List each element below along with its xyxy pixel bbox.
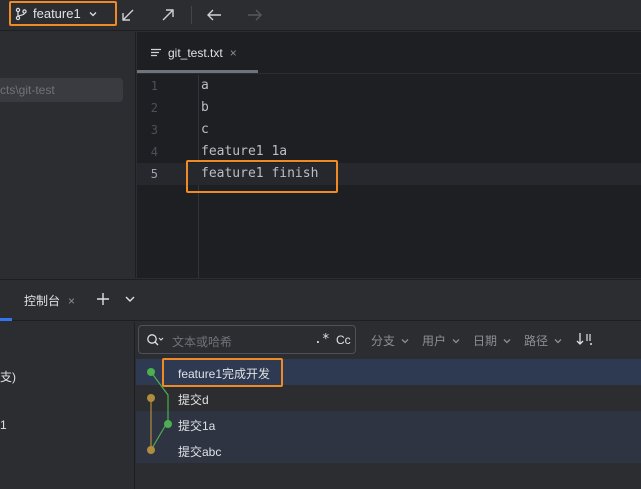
code-highlight-box [186, 160, 338, 193]
branch-name: feature1 [33, 6, 81, 21]
main-toolbar: feature1 [0, 0, 641, 31]
console-close-icon[interactable]: × [68, 294, 75, 308]
filter-date[interactable]: 日期 [473, 332, 512, 349]
branch-item-fragment[interactable]: 1 [0, 418, 7, 432]
match-case-toggle[interactable]: Cc [336, 333, 351, 347]
code-line[interactable]: 2 b [137, 97, 641, 119]
search-input[interactable]: 文本或哈希 .* Cc [138, 325, 356, 354]
push-icon[interactable] [158, 5, 178, 25]
filter-label: 分支 [371, 334, 396, 348]
line-number: 4 [150, 145, 158, 159]
branch-selector[interactable]: feature1 [9, 1, 117, 26]
sort-icon[interactable] [576, 331, 594, 347]
commit-dot [147, 394, 155, 402]
add-icon[interactable] [95, 291, 111, 307]
line-number: 1 [150, 79, 158, 93]
update-project-icon[interactable] [118, 5, 138, 25]
chevron-down-icon [502, 336, 512, 346]
tab-git-test-txt[interactable]: git_test.txt × [137, 32, 258, 74]
branches-panel: 支) 1 [0, 322, 135, 489]
chevron-down-icon [553, 336, 563, 346]
commit-dot [147, 368, 155, 376]
editor: git_test.txt × 1 a 2 b 3 c 4 feature1 1a… [137, 32, 641, 278]
branch-icon [14, 7, 28, 21]
editor-tab-bar: git_test.txt × [137, 32, 641, 74]
code-line[interactable]: 3 c [137, 119, 641, 141]
project-path-field[interactable]: cts\git-test [0, 78, 123, 102]
commit-row[interactable]: 提交1a [136, 411, 641, 437]
regex-toggle[interactable]: .* [314, 332, 330, 347]
chevron-down-icon[interactable] [122, 291, 138, 307]
search-icon [146, 333, 164, 347]
tab-close-icon[interactable]: × [230, 46, 237, 60]
active-tab-indicator [137, 70, 258, 73]
commit-row[interactable]: 提交abc [136, 437, 641, 463]
toolbar-separator [191, 6, 192, 24]
bottom-tool-window: 控制台 × 支) 1 文本或哈希 .* Cc 分支 用户 日期 路径 featu… [0, 279, 641, 489]
chevron-down-icon [88, 9, 98, 19]
line-text: a [201, 78, 209, 93]
line-text: b [201, 100, 209, 115]
git-log-panel: 文本或哈希 .* Cc 分支 用户 日期 路径 feature1完成开发 提交d [136, 322, 641, 489]
tool-window-header: 控制台 × [0, 280, 641, 321]
tab-console[interactable]: 控制台 × [24, 292, 75, 309]
project-panel: cts\git-test [0, 32, 136, 278]
filter-path[interactable]: 路径 [524, 332, 563, 349]
commit-message: 提交d [178, 393, 209, 407]
filter-branch[interactable]: 分支 [371, 332, 410, 349]
tab-label: git_test.txt [168, 46, 223, 60]
commit-message: 提交1a [178, 419, 216, 433]
code-line[interactable]: 1 a [137, 75, 641, 97]
filter-label: 日期 [473, 334, 498, 348]
commit-dot [164, 420, 172, 428]
chevron-down-icon [400, 336, 410, 346]
line-number: 3 [150, 123, 158, 137]
chevron-down-icon [451, 336, 461, 346]
branch-item-fragment[interactable]: 支) [0, 368, 16, 385]
forward-icon[interactable] [245, 5, 265, 25]
filter-label: 用户 [422, 334, 447, 348]
active-tab-indicator [0, 318, 12, 321]
line-number: 5 [150, 167, 158, 181]
line-number: 2 [150, 101, 158, 115]
line-text: c [201, 122, 209, 137]
back-icon[interactable] [204, 5, 224, 25]
filter-label: 路径 [524, 334, 549, 348]
commit-dot [147, 446, 155, 454]
commit-row[interactable]: 提交d [136, 385, 641, 411]
text-file-icon [150, 47, 162, 59]
search-placeholder: 文本或哈希 [172, 335, 233, 349]
commit-highlight-box [162, 358, 283, 387]
commit-message: 提交abc [178, 445, 222, 459]
console-tab-label: 控制台 [24, 294, 61, 308]
filter-user[interactable]: 用户 [422, 332, 461, 349]
